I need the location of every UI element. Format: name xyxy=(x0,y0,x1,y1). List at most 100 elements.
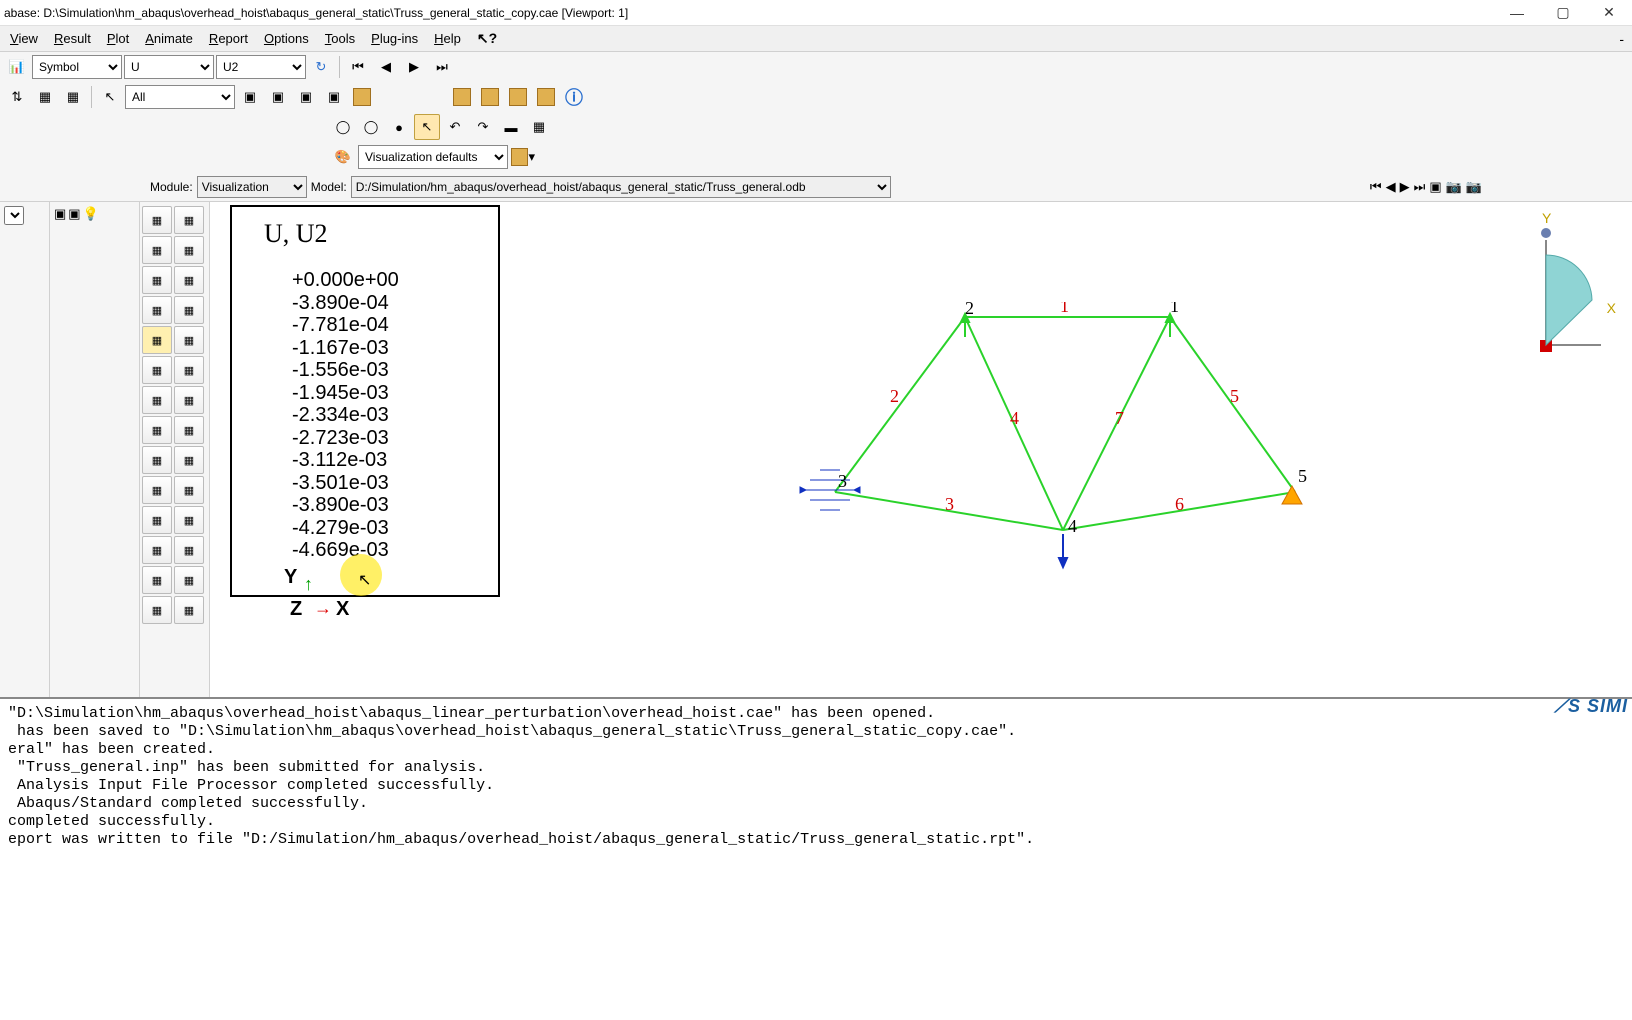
ctx-last-button[interactable] xyxy=(1414,179,1426,195)
menu-plugins[interactable]: Plug-ins xyxy=(363,27,426,50)
menu-plot[interactable]: Plot xyxy=(99,27,137,50)
viewport[interactable]: U, U2 +0.000e+00-3.890e-04-7.781e-04-1.1… xyxy=(210,202,1632,697)
sort-icon[interactable]: ⇅ xyxy=(4,84,30,110)
titlebar: abase: D:\Simulation\hm_abaqus\overhead_… xyxy=(0,0,1632,26)
vbtn-15[interactable]: ▦ xyxy=(142,416,172,444)
vbtn-2[interactable]: ▦ xyxy=(174,206,204,234)
legend-value: -4.279e-03 xyxy=(292,517,399,540)
filter-select[interactable]: All xyxy=(125,85,235,109)
vbtn-24[interactable]: ▦ xyxy=(174,536,204,564)
vbtn-17[interactable]: ▦ xyxy=(142,446,172,474)
q1-icon[interactable]: ▣ xyxy=(54,206,66,222)
vbtn-13[interactable]: ▦ xyxy=(142,386,172,414)
undo-icon[interactable]: ↶ xyxy=(442,114,468,140)
circle1-icon[interactable]: ◯ xyxy=(330,114,356,140)
tool-d-icon[interactable]: ▣ xyxy=(321,84,347,110)
vbtn-25[interactable]: ▦ xyxy=(142,566,172,594)
vbtn-4[interactable]: ▦ xyxy=(174,236,204,264)
ctx-first-button[interactable] xyxy=(1370,179,1382,195)
element-label: 4 xyxy=(1010,408,1019,428)
vbtn-14[interactable]: ▦ xyxy=(174,386,204,414)
persp3-icon[interactable] xyxy=(505,84,531,110)
tool-c-icon[interactable]: ▣ xyxy=(293,84,319,110)
refresh-icon[interactable] xyxy=(308,54,334,80)
beam-icon[interactable]: ▦ xyxy=(32,84,58,110)
circle3-icon[interactable]: ● xyxy=(386,114,412,140)
menu-result[interactable]: Result xyxy=(46,27,99,50)
q2-icon[interactable]: ▣ xyxy=(68,206,80,222)
cube-dropdown-icon[interactable]: ▾ xyxy=(510,144,536,170)
camera-icon[interactable] xyxy=(1446,179,1462,195)
viz-defaults-select[interactable]: Visualization defaults xyxy=(358,145,508,169)
node-label: 5 xyxy=(1298,466,1307,486)
close-button[interactable]: ✕ xyxy=(1586,0,1632,26)
minimize-button[interactable]: — xyxy=(1494,0,1540,26)
select-arrow-icon[interactable]: ↖ xyxy=(97,84,123,110)
menu-help[interactable]: Help xyxy=(426,27,469,50)
beam2-icon[interactable]: ▦ xyxy=(60,84,86,110)
menubar-min-icon[interactable]: - xyxy=(1611,31,1632,47)
context-help-icon[interactable]: ↖? xyxy=(477,30,497,47)
last-frame-button[interactable] xyxy=(429,54,455,80)
vbtn-7[interactable]: ▦ xyxy=(142,296,172,324)
vbtn-18[interactable]: ▦ xyxy=(174,446,204,474)
ctx-next-button[interactable] xyxy=(1400,179,1410,195)
info-icon[interactable] xyxy=(561,84,587,110)
tree-select[interactable] xyxy=(4,206,24,225)
redo-icon[interactable]: ↷ xyxy=(470,114,496,140)
variable-select[interactable]: U xyxy=(124,55,214,79)
palette-icon[interactable]: 🎨 xyxy=(330,144,356,170)
menu-tools[interactable]: Tools xyxy=(317,27,363,50)
persp2-icon[interactable] xyxy=(477,84,503,110)
first-frame-button[interactable] xyxy=(345,54,371,80)
menu-animate[interactable]: Animate xyxy=(137,27,201,50)
menu-report[interactable]: Report xyxy=(201,27,256,50)
vbtn-16[interactable]: ▦ xyxy=(174,416,204,444)
component-select[interactable]: U2 xyxy=(216,55,306,79)
stack-icon[interactable]: ▬ xyxy=(498,114,524,140)
field-output-icon[interactable]: 📊 xyxy=(4,54,30,80)
vbtn-3[interactable]: ▦ xyxy=(142,236,172,264)
vbtn-21[interactable]: ▦ xyxy=(142,506,172,534)
model-select[interactable]: D:/Simulation/hm_abaqus/overhead_hoist/a… xyxy=(351,176,891,198)
menu-options[interactable]: Options xyxy=(256,27,317,50)
vbtn-27[interactable]: ▦ xyxy=(142,596,172,624)
vbtn-28[interactable]: ▦ xyxy=(174,596,204,624)
persp1-icon[interactable] xyxy=(449,84,475,110)
module-select[interactable]: Visualization xyxy=(197,176,307,198)
next-frame-button[interactable] xyxy=(401,54,427,80)
vbtn-12[interactable]: ▦ xyxy=(174,356,204,384)
menu-view[interactable]: View xyxy=(2,27,46,50)
camera2-icon[interactable] xyxy=(1466,179,1482,195)
orientation-widget[interactable]: Y X xyxy=(1506,210,1596,370)
legend-value: -1.945e-03 xyxy=(292,382,399,405)
vbtn-5[interactable]: ▦ xyxy=(142,266,172,294)
vbtn-6[interactable]: ▦ xyxy=(174,266,204,294)
grid-icon[interactable]: ▦ xyxy=(526,114,552,140)
vbtn-1[interactable]: ▦ xyxy=(142,206,172,234)
pick-icon[interactable]: ↖ xyxy=(414,114,440,140)
vbtn-22[interactable]: ▦ xyxy=(174,506,204,534)
persp4-icon[interactable] xyxy=(533,84,559,110)
legend-value: -3.890e-03 xyxy=(292,494,399,517)
vbtn-10[interactable]: ▦ xyxy=(174,326,204,354)
vbtn-11[interactable]: ▦ xyxy=(142,356,172,384)
vbtn-26[interactable]: ▦ xyxy=(174,566,204,594)
vbtn-8[interactable]: ▦ xyxy=(174,296,204,324)
tool-a-icon[interactable]: ▣ xyxy=(237,84,263,110)
vbtn-19[interactable]: ▦ xyxy=(142,476,172,504)
bulb-icon[interactable] xyxy=(83,206,99,222)
iso-view-icon[interactable] xyxy=(349,84,375,110)
message-area[interactable]: "D:\Simulation\hm_abaqus\overhead_hoist\… xyxy=(0,697,1632,847)
ctx-tool1-icon[interactable]: ▣ xyxy=(1429,179,1441,195)
vbtn-9[interactable]: ▦ xyxy=(142,326,172,354)
maximize-button[interactable]: ▢ xyxy=(1540,0,1586,26)
vbtn-20[interactable]: ▦ xyxy=(174,476,204,504)
element-label: 3 xyxy=(945,494,954,514)
circle2-icon[interactable]: ◯ xyxy=(358,114,384,140)
ctx-prev-button[interactable] xyxy=(1386,179,1396,195)
symbol-select[interactable]: Symbol xyxy=(32,55,122,79)
tool-b-icon[interactable]: ▣ xyxy=(265,84,291,110)
prev-frame-button[interactable] xyxy=(373,54,399,80)
vbtn-23[interactable]: ▦ xyxy=(142,536,172,564)
